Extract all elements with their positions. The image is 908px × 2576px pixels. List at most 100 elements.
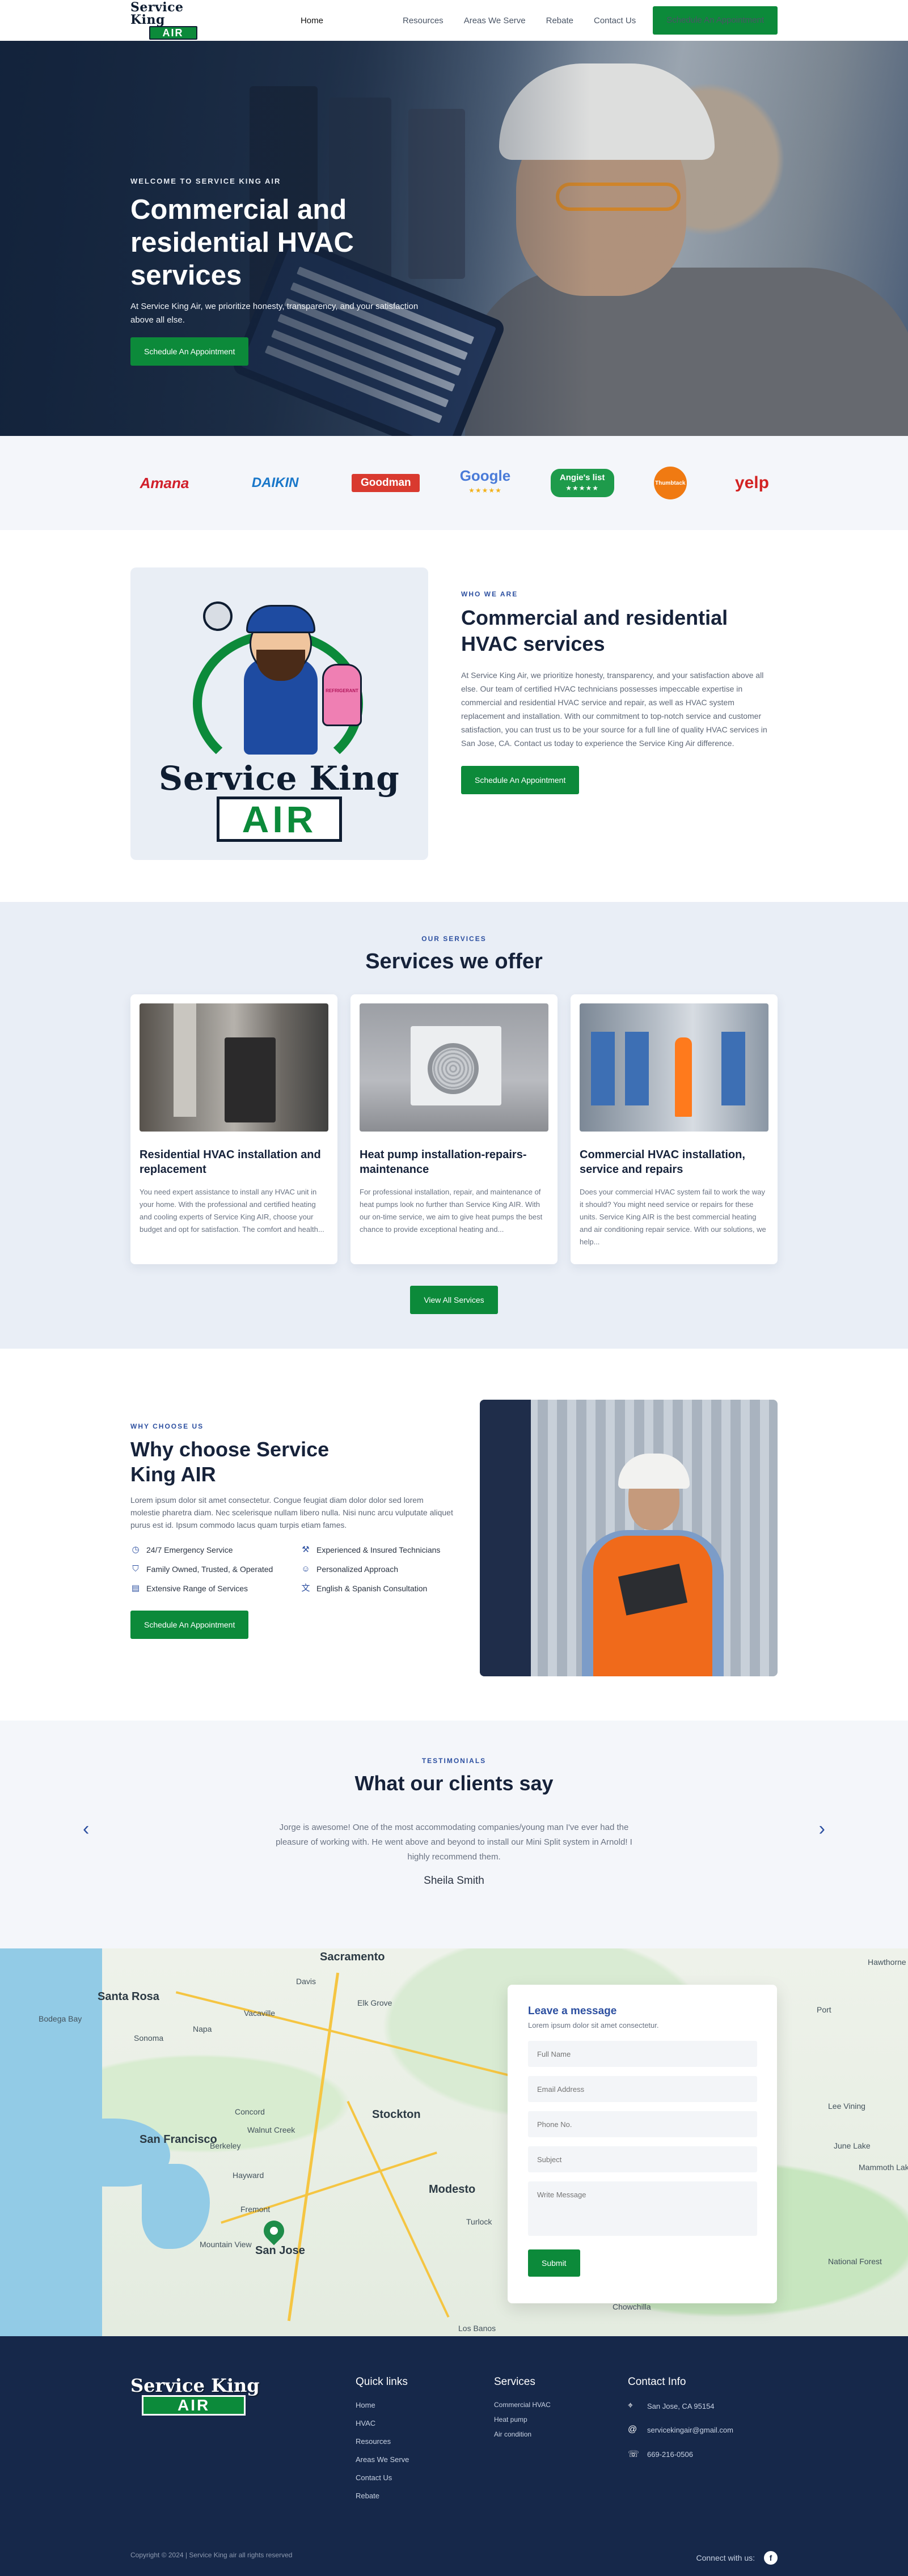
hero-content: WELCOME TO SERVICE KING AIR Commercial a… — [130, 177, 425, 366]
map-town-label: Hayward — [233, 2171, 264, 2180]
footer-service-link[interactable]: Heat pump — [494, 2416, 628, 2424]
hero-text: At Service King Air, we prioritize hones… — [130, 302, 419, 325]
nav-links: Home Resources Areas We Serve Rebate Con… — [280, 6, 778, 35]
residential-hvac-image — [140, 1003, 328, 1132]
map-city-label: San Jose — [255, 2244, 305, 2257]
service-card-text: For professional installation, repair, a… — [360, 1188, 543, 1234]
shield-icon: ⛉ — [132, 1564, 139, 1574]
about-title: Commercial and residential HVAC services — [461, 606, 728, 655]
hero-schedule-button[interactable]: Schedule An Appointment — [130, 337, 249, 366]
map-town-label: Walnut Creek — [247, 2125, 295, 2134]
angies-list-text: Angie's list — [559, 473, 605, 482]
footer-logo-service-king: Service King — [130, 2375, 260, 2396]
map-town-label: Davis — [296, 1977, 316, 1986]
google-stars: ★★★★★ — [468, 486, 502, 494]
feature-item: ⚒ Experienced & Insured Technicians — [301, 1545, 454, 1555]
footer-quick-links-title: Quick links — [356, 2376, 408, 2388]
about-section: REFRIGERANT Service King AIR WHO WE ARE … — [0, 530, 908, 902]
testimonial-author: Sheila Smith — [424, 1875, 484, 1887]
google-logo-text: Google — [459, 467, 511, 484]
why-choose-us-section: WHY CHOOSE US Why choose Service King AI… — [0, 1349, 908, 1721]
view-all-services-button[interactable]: View All Services — [410, 1286, 498, 1314]
testimonial-next-arrow-icon[interactable]: › — [819, 1819, 825, 1838]
footer-quick-links: Quick links Home HVAC Resources Areas We… — [356, 2376, 494, 2510]
map-town-label: Mammoth Lakes — [859, 2163, 908, 2172]
footer-email-text: servicekingair@gmail.com — [647, 2425, 733, 2434]
services-section: OUR SERVICES Services we offer Residenti… — [0, 902, 908, 1349]
email-input[interactable] — [528, 2076, 757, 2102]
clock-icon: ◷ — [132, 1545, 140, 1554]
testimonials-eyebrow: TESTIMONIALS — [421, 1757, 487, 1765]
nav-rebate-link[interactable]: Rebate — [546, 16, 573, 26]
nav-home-link[interactable]: Home — [301, 16, 323, 26]
footer-service-link[interactable]: Commercial HVAC — [494, 2401, 628, 2409]
feature-item: ⛉ Family Owned, Trusted, & Operated — [130, 1564, 301, 1574]
footer-services: Services Commercial HVAC Heat pump Air c… — [494, 2376, 628, 2510]
angies-list-stars: ★★★★★ — [565, 484, 599, 492]
nav-areas-link[interactable]: Areas We Serve — [464, 16, 526, 26]
feature-label: Extensive Range of Services — [146, 1584, 248, 1593]
brand-logos-strip: Amana DAIKIN Goodman Google ★★★★★ Angie'… — [0, 436, 908, 530]
nav-contact-link[interactable]: Contact Us — [594, 16, 636, 26]
location-icon: ⌖ — [628, 2401, 634, 2410]
footer-address-text: San Jose, CA 95154 — [647, 2401, 715, 2410]
phone-input[interactable] — [528, 2111, 757, 2137]
service-card-text: Does your commercial HVAC system fail to… — [580, 1188, 766, 1246]
service-card-title: Heat pump installation-repairs-maintenan… — [360, 1149, 527, 1176]
footer-link-contact[interactable]: Contact Us — [356, 2473, 494, 2482]
connect-label: Connect with us: — [696, 2553, 755, 2562]
map-town-label: Turlock — [466, 2217, 492, 2226]
feature-label: Personalized Approach — [316, 1565, 398, 1574]
map-town-label: Bodega Bay — [39, 2014, 82, 2023]
facebook-icon[interactable]: f — [764, 2551, 778, 2565]
site-logo[interactable]: Service King AIR — [130, 1, 216, 40]
footer-link-home[interactable]: Home — [356, 2401, 494, 2409]
gauge-icon — [203, 601, 233, 631]
service-card-heat-pump[interactable]: Heat pump installation-repairs-maintenan… — [350, 994, 558, 1264]
about-text-block: WHO WE ARE Commercial and residential HV… — [461, 567, 778, 794]
phone-icon: ☏ — [628, 2450, 640, 2459]
full-name-input[interactable] — [528, 2041, 757, 2067]
message-textarea[interactable] — [528, 2181, 757, 2236]
service-card-text: You need expert assistance to install an… — [140, 1188, 324, 1234]
service-card-commercial[interactable]: Commercial HVAC installation, service an… — [571, 994, 778, 1264]
map-city-label: Santa Rosa — [98, 1990, 159, 2003]
services-eyebrow: OUR SERVICES — [421, 935, 487, 943]
footer-link-rebate[interactable]: Rebate — [356, 2492, 494, 2500]
map-city-label: Stockton — [372, 2108, 421, 2121]
about-text: At Service King Air, we prioritize hones… — [461, 671, 767, 748]
footer-link-resources[interactable]: Resources — [356, 2437, 494, 2446]
about-schedule-button[interactable]: Schedule An Appointment — [461, 766, 580, 794]
footer-link-areas[interactable]: Areas We Serve — [356, 2455, 494, 2464]
amana-logo: Amana — [140, 474, 189, 492]
mascot-cap — [246, 605, 315, 633]
why-schedule-button[interactable]: Schedule An Appointment — [130, 1611, 249, 1639]
testimonial-prev-arrow-icon[interactable]: ‹ — [83, 1819, 89, 1838]
service-card-title: Residential HVAC installation and replac… — [140, 1149, 321, 1176]
map-city-label: Modesto — [429, 2183, 476, 2196]
service-cards: Residential HVAC installation and replac… — [130, 994, 778, 1264]
subject-input[interactable] — [528, 2146, 757, 2172]
map-town-label: Elk Grove — [357, 1998, 392, 2007]
footer-email[interactable]: @ servicekingair@gmail.com — [628, 2425, 766, 2435]
service-card-residential[interactable]: Residential HVAC installation and replac… — [130, 994, 337, 1264]
nav-resources-link[interactable]: Resources — [403, 16, 444, 26]
footer-link-hvac[interactable]: HVAC — [356, 2419, 494, 2427]
footer-bottom-bar: Copyright © 2024 | Service King air all … — [130, 2551, 778, 2565]
feature-item: ☺ Personalized Approach — [301, 1564, 454, 1574]
submit-button[interactable]: Submit — [528, 2249, 580, 2277]
map-town-label: June Lake — [834, 2141, 871, 2150]
contact-form: Leave a message Lorem ipsum dolor sit am… — [508, 1985, 777, 2303]
footer-service-link[interactable]: Air condition — [494, 2430, 628, 2438]
nav-schedule-button[interactable]: Schedule An Appointment — [653, 6, 778, 35]
why-title: Why choose Service King AIR — [130, 1438, 330, 1486]
feature-label: Family Owned, Trusted, & Operated — [146, 1565, 273, 1574]
form-title: Leave a message — [528, 2005, 617, 2017]
footer-phone[interactable]: ☏ 669-216-0506 — [628, 2448, 766, 2460]
footer-contact-title: Contact Info — [628, 2376, 686, 2388]
location-pin-icon[interactable] — [259, 2216, 289, 2245]
why-eyebrow: WHY CHOOSE US — [130, 1422, 204, 1430]
footer-logo[interactable]: Service King AIR — [130, 2376, 356, 2510]
feature-item: ▤ Extensive Range of Services — [130, 1583, 301, 1594]
testimonials-title: What our clients say — [354, 1772, 554, 1795]
